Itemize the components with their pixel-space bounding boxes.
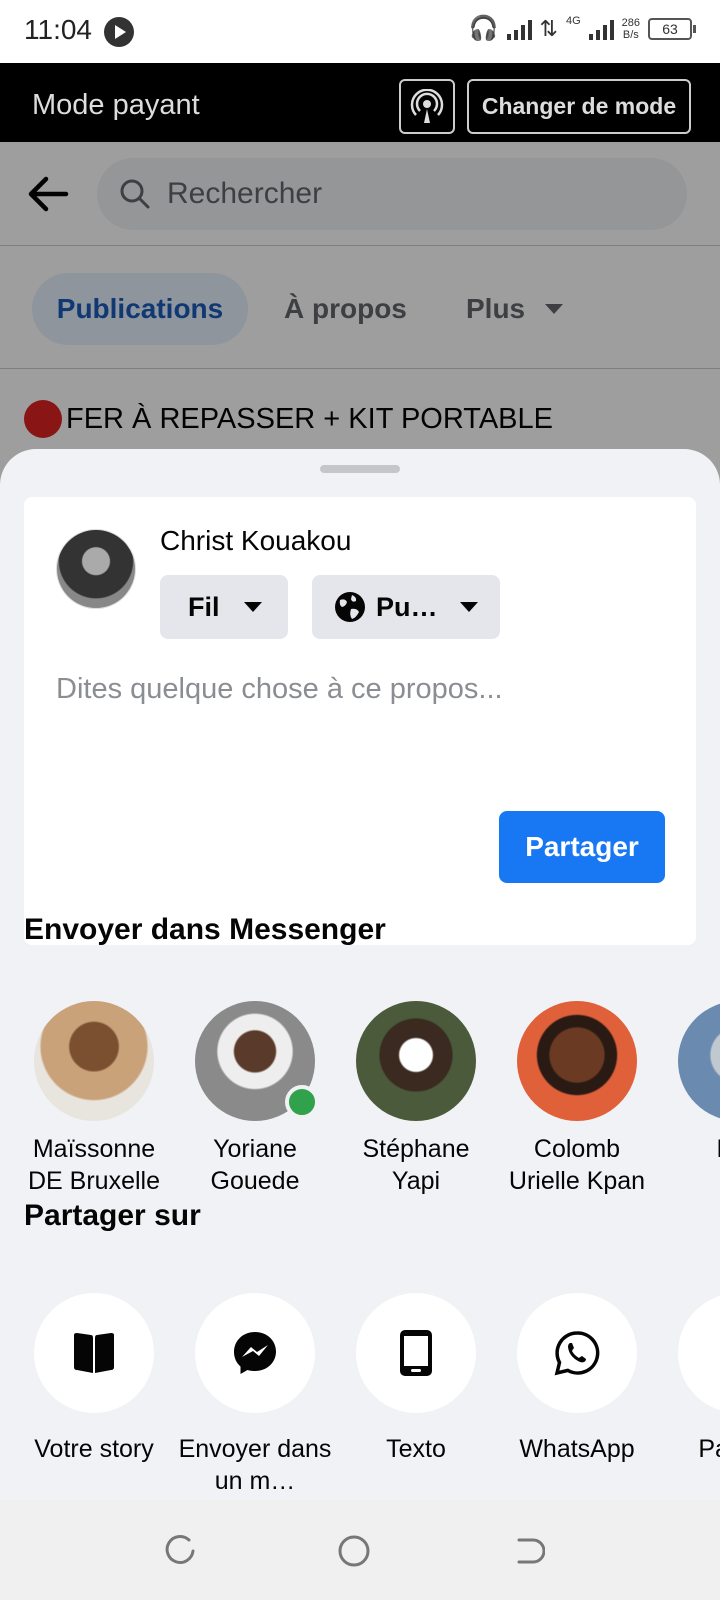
navigation-bar	[0, 1500, 720, 1600]
change-mode-button[interactable]: Changer de mode	[467, 79, 691, 134]
share-sheet: Christ Kouakou Fil Pu… Dites quelque cho…	[0, 449, 720, 1500]
drag-handle[interactable]	[320, 465, 400, 473]
app-circle	[678, 1293, 720, 1413]
contact-name: Maïssonne DE Bruxelle	[28, 1135, 160, 1195]
speed-value: 286	[621, 16, 640, 29]
chevron-down-icon	[243, 602, 262, 612]
contact-item[interactable]: Maïssonne DE Bruxelle	[14, 1001, 174, 1197]
audience-label: Pu…	[376, 591, 438, 622]
signal-icon-2	[588, 18, 614, 40]
share-apps: Votre story Envoyer dans un m… Texto Wha…	[24, 1293, 720, 1495]
battery-level: 63	[662, 20, 678, 37]
composer-input[interactable]: Dites quelque chose à ce propos...	[56, 673, 503, 706]
messenger-icon	[234, 1332, 276, 1374]
headphones-icon: 🎧	[468, 15, 499, 42]
whatsapp-icon	[554, 1331, 600, 1376]
phone-icon	[400, 1330, 432, 1376]
status-bar: 11:04 🎧 ⇅ 4G 286 B/s 63	[0, 0, 720, 63]
contact-avatar	[356, 1001, 476, 1121]
app-label: WhatsApp	[519, 1435, 635, 1463]
globe-icon	[335, 592, 365, 622]
broadcast-icon	[410, 88, 444, 123]
messenger-contacts: Maïssonne DE Bruxelle Yoriane Gouede Sté…	[24, 1001, 720, 1201]
battery-icon: 63	[648, 17, 696, 40]
recent-apps-icon[interactable]	[163, 1534, 197, 1568]
app-label: Pa dan	[698, 1435, 720, 1463]
app-messenger[interactable]: Envoyer dans un m…	[175, 1293, 335, 1497]
avatar	[56, 529, 136, 609]
contact-item[interactable]: Stéphane Yapi	[336, 1001, 496, 1197]
chevron-down-icon	[459, 602, 478, 612]
app-label: Envoyer dans un m…	[178, 1435, 332, 1495]
app-circle	[34, 1293, 154, 1413]
contact-avatar	[195, 1001, 319, 1121]
home-icon[interactable]	[337, 1534, 371, 1568]
messenger-section-title: Envoyer dans Messenger	[24, 913, 386, 946]
contact-name: Colomb Urielle Kpan	[508, 1135, 646, 1195]
contact-name: Stéphane Yapi	[362, 1135, 470, 1195]
network-type: 4G	[565, 14, 581, 27]
media-play-icon	[104, 17, 134, 47]
book-icon	[74, 1333, 114, 1373]
signal-icon	[506, 18, 532, 40]
contact-avatar	[678, 1001, 720, 1121]
data-arrows-icon: ⇅	[539, 15, 558, 41]
share-button[interactable]: Partager	[499, 811, 665, 883]
share-on-section-title: Partager sur	[24, 1199, 201, 1232]
online-indicator	[285, 1085, 319, 1119]
contact-item[interactable]: Colomb Urielle Kpan	[497, 1001, 657, 1197]
contact-item[interactable]: Bric	[658, 1001, 720, 1165]
audience-dropdown[interactable]: Pu…	[312, 575, 500, 639]
status-time: 11:04	[24, 14, 92, 45]
contact-name: Yoriane Gouede	[210, 1135, 300, 1195]
app-circle	[195, 1293, 315, 1413]
contact-name: Bric	[658, 1133, 720, 1165]
contact-avatar	[517, 1001, 637, 1121]
app-more[interactable]: Pa dan	[658, 1293, 720, 1465]
destination-dropdown[interactable]: Fil	[160, 575, 288, 639]
composer-card: Christ Kouakou Fil Pu… Dites quelque cho…	[24, 497, 696, 945]
back-icon[interactable]	[511, 1534, 545, 1568]
destination-label: Fil	[188, 591, 220, 622]
mode-title: Mode payant	[32, 89, 200, 121]
app-circle	[517, 1293, 637, 1413]
contact-item[interactable]: Yoriane Gouede	[175, 1001, 335, 1197]
user-name: Christ Kouakou	[160, 525, 352, 556]
contact-avatar	[34, 1001, 154, 1121]
status-icons: 🎧 ⇅ 4G 286 B/s 63	[468, 14, 696, 43]
app-sms[interactable]: Texto	[336, 1293, 496, 1465]
mode-bar: Mode payant Changer de mode	[0, 63, 720, 142]
app-label: Texto	[386, 1435, 446, 1463]
network-speed: 286 B/s	[622, 17, 640, 41]
broadcast-button[interactable]	[399, 79, 455, 134]
app-whatsapp[interactable]: WhatsApp	[497, 1293, 657, 1465]
app-label: Votre story	[34, 1435, 154, 1463]
app-circle	[356, 1293, 476, 1413]
app-story[interactable]: Votre story	[14, 1293, 174, 1465]
speed-unit: B/s	[622, 28, 639, 41]
